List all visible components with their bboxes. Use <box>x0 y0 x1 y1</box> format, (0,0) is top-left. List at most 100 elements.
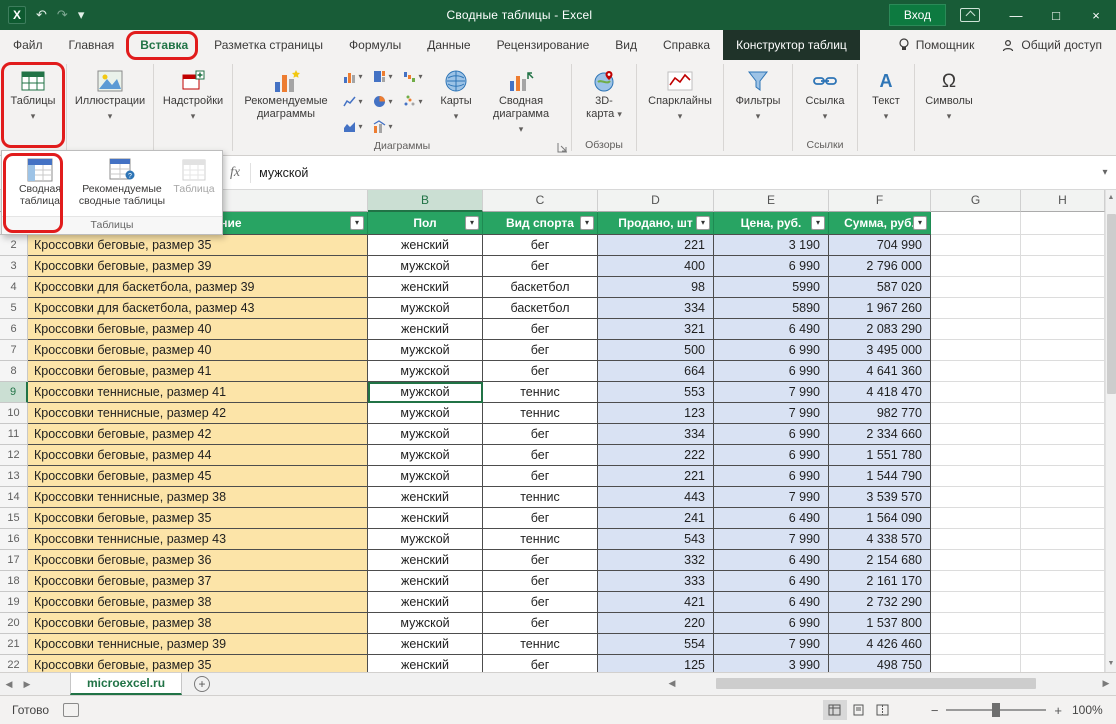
area-chart-button[interactable]: ▾ <box>338 114 368 139</box>
cell-gender[interactable]: мужской <box>368 298 483 319</box>
ribbon-display-options-icon[interactable] <box>960 8 980 22</box>
row-header[interactable]: 4 <box>0 277 28 298</box>
cell-name[interactable]: Кроссовки беговые, размер 36 <box>28 550 368 571</box>
cell-name[interactable]: Кроссовки теннисные, размер 38 <box>28 487 368 508</box>
row-header[interactable]: 20 <box>0 613 28 634</box>
filter-button[interactable]: ▾ <box>696 216 710 230</box>
row-header[interactable]: 18 <box>0 571 28 592</box>
cell-empty[interactable] <box>1021 550 1105 571</box>
cell-sport[interactable]: бег <box>483 655 598 672</box>
cell-name[interactable]: Кроссовки теннисные, размер 41 <box>28 382 368 403</box>
cell-qty[interactable]: 222 <box>598 445 714 466</box>
cell-gender[interactable]: женский <box>368 487 483 508</box>
cell-qty[interactable]: 500 <box>598 340 714 361</box>
filter-button[interactable]: ▾ <box>913 216 927 230</box>
tab-file[interactable]: Файл <box>0 30 56 60</box>
cell-sport[interactable]: бег <box>483 592 598 613</box>
cell-gender[interactable]: мужской <box>368 613 483 634</box>
row-header[interactable]: 19 <box>0 592 28 613</box>
pie-chart-button[interactable]: ▾ <box>368 89 398 114</box>
cell-gender[interactable]: женский <box>368 592 483 613</box>
cell-gender[interactable]: мужской <box>368 361 483 382</box>
cell-empty[interactable] <box>1021 529 1105 550</box>
cell-sum[interactable]: 1 564 090 <box>829 508 931 529</box>
dialog-launcher-icon[interactable] <box>557 142 568 153</box>
row-header[interactable]: 16 <box>0 529 28 550</box>
cell-empty[interactable] <box>931 277 1021 298</box>
minimize-button[interactable]: — <box>996 0 1036 30</box>
cell-qty[interactable]: 321 <box>598 319 714 340</box>
fx-icon[interactable]: fx <box>222 165 250 181</box>
recommended-charts-button[interactable]: Рекомендуемые диаграммы <box>234 60 338 139</box>
cell-gender[interactable]: мужской <box>368 382 483 403</box>
cell-sum[interactable]: 2 796 000 <box>829 256 931 277</box>
cell-empty[interactable] <box>1021 655 1105 672</box>
cell-name[interactable]: Кроссовки беговые, размер 35 <box>28 655 368 672</box>
cell-qty[interactable]: 125 <box>598 655 714 672</box>
cell-sport[interactable]: баскетбол <box>483 298 598 319</box>
cell-price[interactable]: 6 990 <box>714 256 829 277</box>
cell-empty[interactable] <box>1021 277 1105 298</box>
cell-name[interactable]: Кроссовки беговые, размер 35 <box>28 508 368 529</box>
cell-sport[interactable]: бег <box>483 466 598 487</box>
tab-view[interactable]: Вид <box>602 30 650 60</box>
cell-empty[interactable] <box>1021 212 1105 235</box>
cell-name[interactable]: Кроссовки беговые, размер 40 <box>28 340 368 361</box>
formula-expand-icon[interactable]: ▾ <box>1094 167 1116 178</box>
cell-empty[interactable] <box>1021 487 1105 508</box>
filters-group-button[interactable]: Фильтры ▾ <box>725 60 791 155</box>
row-header[interactable]: 15 <box>0 508 28 529</box>
cell-sport[interactable]: теннис <box>483 634 598 655</box>
row-header[interactable]: 12 <box>0 445 28 466</box>
horizontal-scrollbar[interactable]: ◀ ▶ <box>664 673 1114 694</box>
cell-empty[interactable] <box>1021 403 1105 424</box>
cell-price[interactable]: 6 490 <box>714 550 829 571</box>
cell-sport[interactable]: теннис <box>483 403 598 424</box>
cell-price[interactable]: 6 990 <box>714 361 829 382</box>
assistant-button[interactable]: Помощник <box>884 30 989 60</box>
cell-name[interactable]: Кроссовки беговые, размер 39 <box>28 256 368 277</box>
cell-qty[interactable]: 334 <box>598 298 714 319</box>
illustrations-group-button[interactable]: Иллюстрации ▾ <box>68 60 152 155</box>
cell-name[interactable]: Кроссовки беговые, размер 38 <box>28 613 368 634</box>
cell-sport[interactable]: бег <box>483 445 598 466</box>
cell-sport[interactable]: бег <box>483 340 598 361</box>
tab-review[interactable]: Рецензирование <box>484 30 603 60</box>
link-button[interactable]: Ссылка ▾ <box>794 60 856 138</box>
cell-price[interactable]: 7 990 <box>714 529 829 550</box>
cell-qty[interactable]: 334 <box>598 424 714 445</box>
cell-sport[interactable]: теннис <box>483 487 598 508</box>
cell-qty[interactable]: 400 <box>598 256 714 277</box>
column-chart-button[interactable]: ▾ <box>338 64 368 89</box>
zoom-slider[interactable] <box>946 709 1046 711</box>
cell-empty[interactable] <box>931 319 1021 340</box>
cell-sum[interactable]: 1 967 260 <box>829 298 931 319</box>
new-sheet-button[interactable]: + <box>194 676 210 692</box>
cell-gender[interactable]: женский <box>368 277 483 298</box>
cell-empty[interactable] <box>931 508 1021 529</box>
cell-price[interactable]: 7 990 <box>714 382 829 403</box>
page-layout-view-button[interactable] <box>847 700 871 720</box>
cell-empty[interactable] <box>1021 256 1105 277</box>
sheet-nav-right-icon[interactable]: ▶ <box>18 673 36 695</box>
vertical-scrollbar[interactable]: ▲ ▼ <box>1105 190 1116 672</box>
cell-price[interactable]: 6 990 <box>714 340 829 361</box>
cell-sum[interactable]: 2 334 660 <box>829 424 931 445</box>
cell-sum[interactable]: 2 083 290 <box>829 319 931 340</box>
tab-help[interactable]: Справка <box>650 30 723 60</box>
scroll-left-icon[interactable]: ◀ <box>664 678 680 689</box>
cell-empty[interactable] <box>1021 424 1105 445</box>
cell-empty[interactable] <box>931 487 1021 508</box>
cell-gender[interactable]: женский <box>368 508 483 529</box>
cell-empty[interactable] <box>931 445 1021 466</box>
tables-group-button[interactable]: Таблицы ▾ <box>1 60 65 155</box>
zoom-out-icon[interactable]: − <box>931 703 939 718</box>
pivot-table-button[interactable]: Сводная таблица <box>4 153 76 216</box>
cell-sum[interactable]: 4 418 470 <box>829 382 931 403</box>
cell-sport[interactable]: бег <box>483 256 598 277</box>
cell-gender[interactable]: мужской <box>368 403 483 424</box>
quick-access-chevron-icon[interactable]: ▾ <box>78 7 85 23</box>
cell-empty[interactable] <box>931 466 1021 487</box>
cell-price[interactable]: 6 490 <box>714 508 829 529</box>
cell-empty[interactable] <box>1021 298 1105 319</box>
